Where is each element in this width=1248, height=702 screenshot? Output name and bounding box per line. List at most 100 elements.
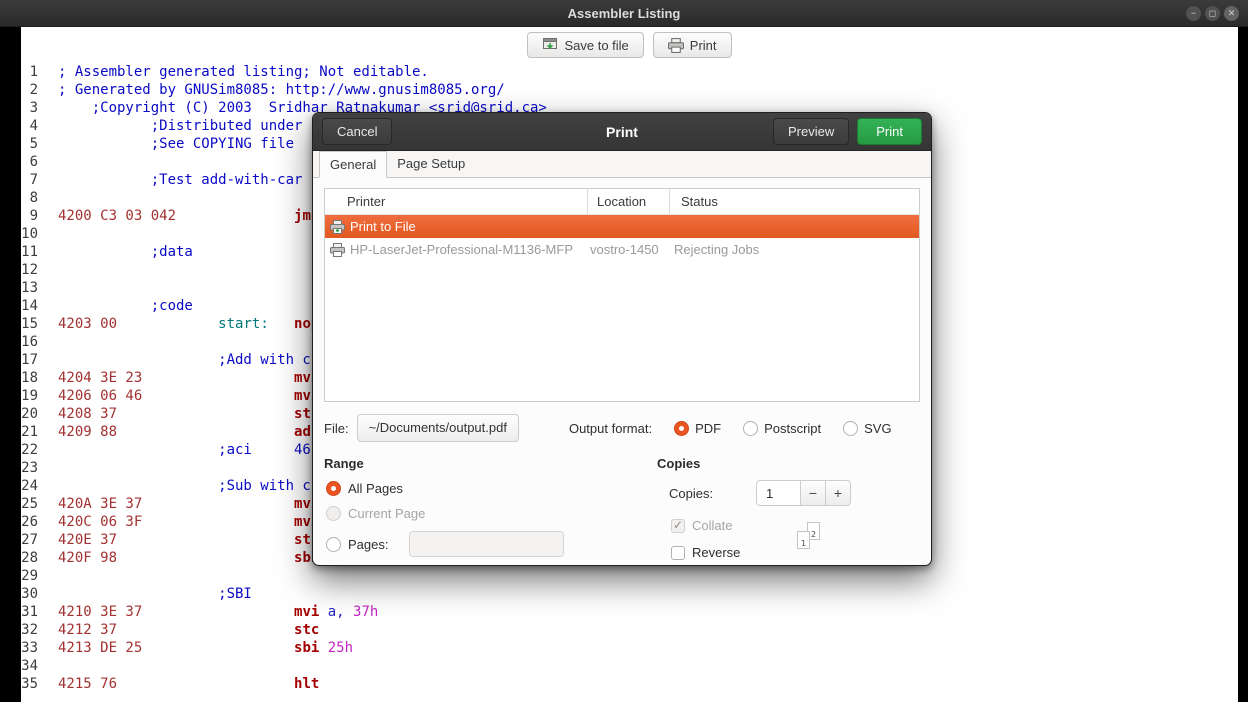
line-number: 34 bbox=[21, 657, 38, 675]
file-label: File: bbox=[324, 421, 349, 436]
print-confirm-button[interactable]: Print bbox=[857, 118, 922, 145]
printer-icon bbox=[330, 220, 345, 234]
line-number: 16 bbox=[21, 333, 38, 351]
radio-icon bbox=[326, 506, 341, 521]
line-number: 23 bbox=[21, 459, 38, 477]
printer-status: Rejecting Jobs bbox=[674, 242, 759, 257]
format-label: PDF bbox=[695, 421, 721, 436]
line-number: 8 bbox=[21, 189, 38, 207]
collate-checkbox: Collate bbox=[671, 518, 920, 533]
code-line: 29 bbox=[21, 567, 1238, 585]
increment-button[interactable]: + bbox=[826, 480, 851, 506]
line-number: 4 bbox=[21, 117, 38, 135]
column-header-status[interactable]: Status bbox=[670, 189, 919, 214]
collate-check-icon bbox=[671, 519, 685, 533]
line-number: 25 bbox=[21, 495, 38, 513]
line-number: 10 bbox=[21, 225, 38, 243]
line-number: 19 bbox=[21, 387, 38, 405]
line-number: 35 bbox=[21, 675, 38, 693]
save-label: Save to file bbox=[564, 38, 628, 53]
format-label: SVG bbox=[864, 421, 891, 436]
output-format-label: Output format: bbox=[569, 421, 652, 436]
printer-location: vostro-1450 bbox=[590, 242, 659, 257]
radio-icon bbox=[326, 537, 341, 552]
close-button[interactable]: ✕ bbox=[1224, 6, 1239, 21]
range-option-label: Pages: bbox=[348, 537, 388, 552]
column-header-printer[interactable]: Printer bbox=[325, 189, 588, 214]
format-option-svg[interactable]: SVG bbox=[843, 421, 891, 436]
file-name-button[interactable]: ~/Documents/output.pdf bbox=[357, 414, 519, 442]
line-number: 29 bbox=[21, 567, 38, 585]
line-number: 14 bbox=[21, 297, 38, 315]
line-number: 17 bbox=[21, 351, 38, 369]
code-line: 34 bbox=[21, 657, 1238, 675]
preview-page-1: 1 bbox=[797, 531, 810, 549]
range-copies-sections: Range All Pages Current Page Pages: Copies… bbox=[324, 456, 920, 560]
copies-label: Copies: bbox=[669, 486, 756, 501]
toolbar: Save to file Print bbox=[21, 27, 1238, 63]
line-number: 18 bbox=[21, 369, 38, 387]
line-number: 15 bbox=[21, 315, 38, 333]
format-option-pdf[interactable]: PDF bbox=[674, 421, 721, 436]
collate-preview: 2 1 bbox=[797, 522, 827, 554]
reverse-check-icon bbox=[671, 546, 685, 560]
range-title: Range bbox=[324, 456, 657, 471]
pages-entry bbox=[409, 531, 564, 557]
print-button[interactable]: Print bbox=[653, 32, 732, 58]
reverse-checkbox[interactable]: Reverse bbox=[671, 545, 920, 560]
copies-input[interactable]: 1 bbox=[756, 480, 801, 506]
line-number: 22 bbox=[21, 441, 38, 459]
range-option-pages[interactable]: Pages: bbox=[326, 531, 657, 557]
cancel-button[interactable]: Cancel bbox=[322, 118, 392, 145]
line-number: 12 bbox=[21, 261, 38, 279]
line-number: 21 bbox=[21, 423, 38, 441]
line-number: 7 bbox=[21, 171, 38, 189]
line-number: 24 bbox=[21, 477, 38, 495]
line-number: 13 bbox=[21, 279, 38, 297]
line-number: 5 bbox=[21, 135, 38, 153]
code-line: 30 ;SBI bbox=[21, 585, 1238, 603]
line-number: 26 bbox=[21, 513, 38, 531]
printer-list: Printer Location Status Print to File HP-… bbox=[324, 188, 920, 402]
reverse-label: Reverse bbox=[692, 545, 740, 560]
column-header-location[interactable]: Location bbox=[588, 189, 670, 214]
line-number: 28 bbox=[21, 549, 38, 567]
printer-list-body: Print to File HP-LaserJet-Professional-M1… bbox=[325, 215, 919, 261]
printer-row-hp-laserjet-professional-m1136-mfp[interactable]: HP-LaserJet-Professional-M1136-MFPvostro… bbox=[325, 238, 919, 261]
line-number: 30 bbox=[21, 585, 38, 603]
format-label: Postscript bbox=[764, 421, 821, 436]
minimize-button[interactable]: − bbox=[1186, 6, 1201, 21]
range-option-current-page: Current Page bbox=[326, 506, 657, 521]
window-titlebar: Assembler Listing −◻ ✕ bbox=[0, 0, 1248, 27]
line-number: 1 bbox=[21, 63, 38, 81]
printer-icon bbox=[668, 38, 684, 53]
printer-row-print-to-file[interactable]: Print to File bbox=[325, 215, 919, 238]
save-to-file-button[interactable]: Save to file bbox=[527, 32, 643, 58]
format-options: PDF Postscript SVG bbox=[652, 421, 892, 436]
print-label: Print bbox=[690, 38, 717, 53]
code-line: 1; Assembler generated listing; Not edit… bbox=[21, 63, 1238, 81]
code-line: 354215 76 hlt bbox=[21, 675, 1238, 693]
window-title: Assembler Listing bbox=[568, 6, 681, 21]
preview-button[interactable]: Preview bbox=[773, 118, 849, 145]
maximize-button[interactable]: ◻ bbox=[1205, 6, 1220, 21]
format-option-postscript[interactable]: Postscript bbox=[743, 421, 821, 436]
line-number: 9 bbox=[21, 207, 38, 225]
range-option-all-pages[interactable]: All Pages bbox=[326, 481, 657, 496]
dialog-tabs: GeneralPage Setup bbox=[313, 151, 931, 178]
line-number: 2 bbox=[21, 81, 38, 99]
line-number: 32 bbox=[21, 621, 38, 639]
range-section: Range All Pages Current Page Pages: bbox=[324, 456, 657, 560]
decrement-button[interactable]: − bbox=[801, 480, 826, 506]
radio-icon bbox=[843, 421, 858, 436]
printer-list-header: Printer Location Status bbox=[325, 189, 919, 215]
printer-icon bbox=[330, 243, 345, 257]
tab-general[interactable]: General bbox=[319, 151, 387, 178]
collate-label: Collate bbox=[692, 518, 732, 533]
tab-page-setup[interactable]: Page Setup bbox=[387, 151, 475, 178]
radio-icon bbox=[674, 421, 689, 436]
line-number: 27 bbox=[21, 531, 38, 549]
copies-section: Copies Copies: 1 − + Collate Reverse bbox=[657, 456, 920, 560]
copies-title: Copies bbox=[657, 456, 920, 471]
printer-name: Print to File bbox=[350, 219, 416, 234]
